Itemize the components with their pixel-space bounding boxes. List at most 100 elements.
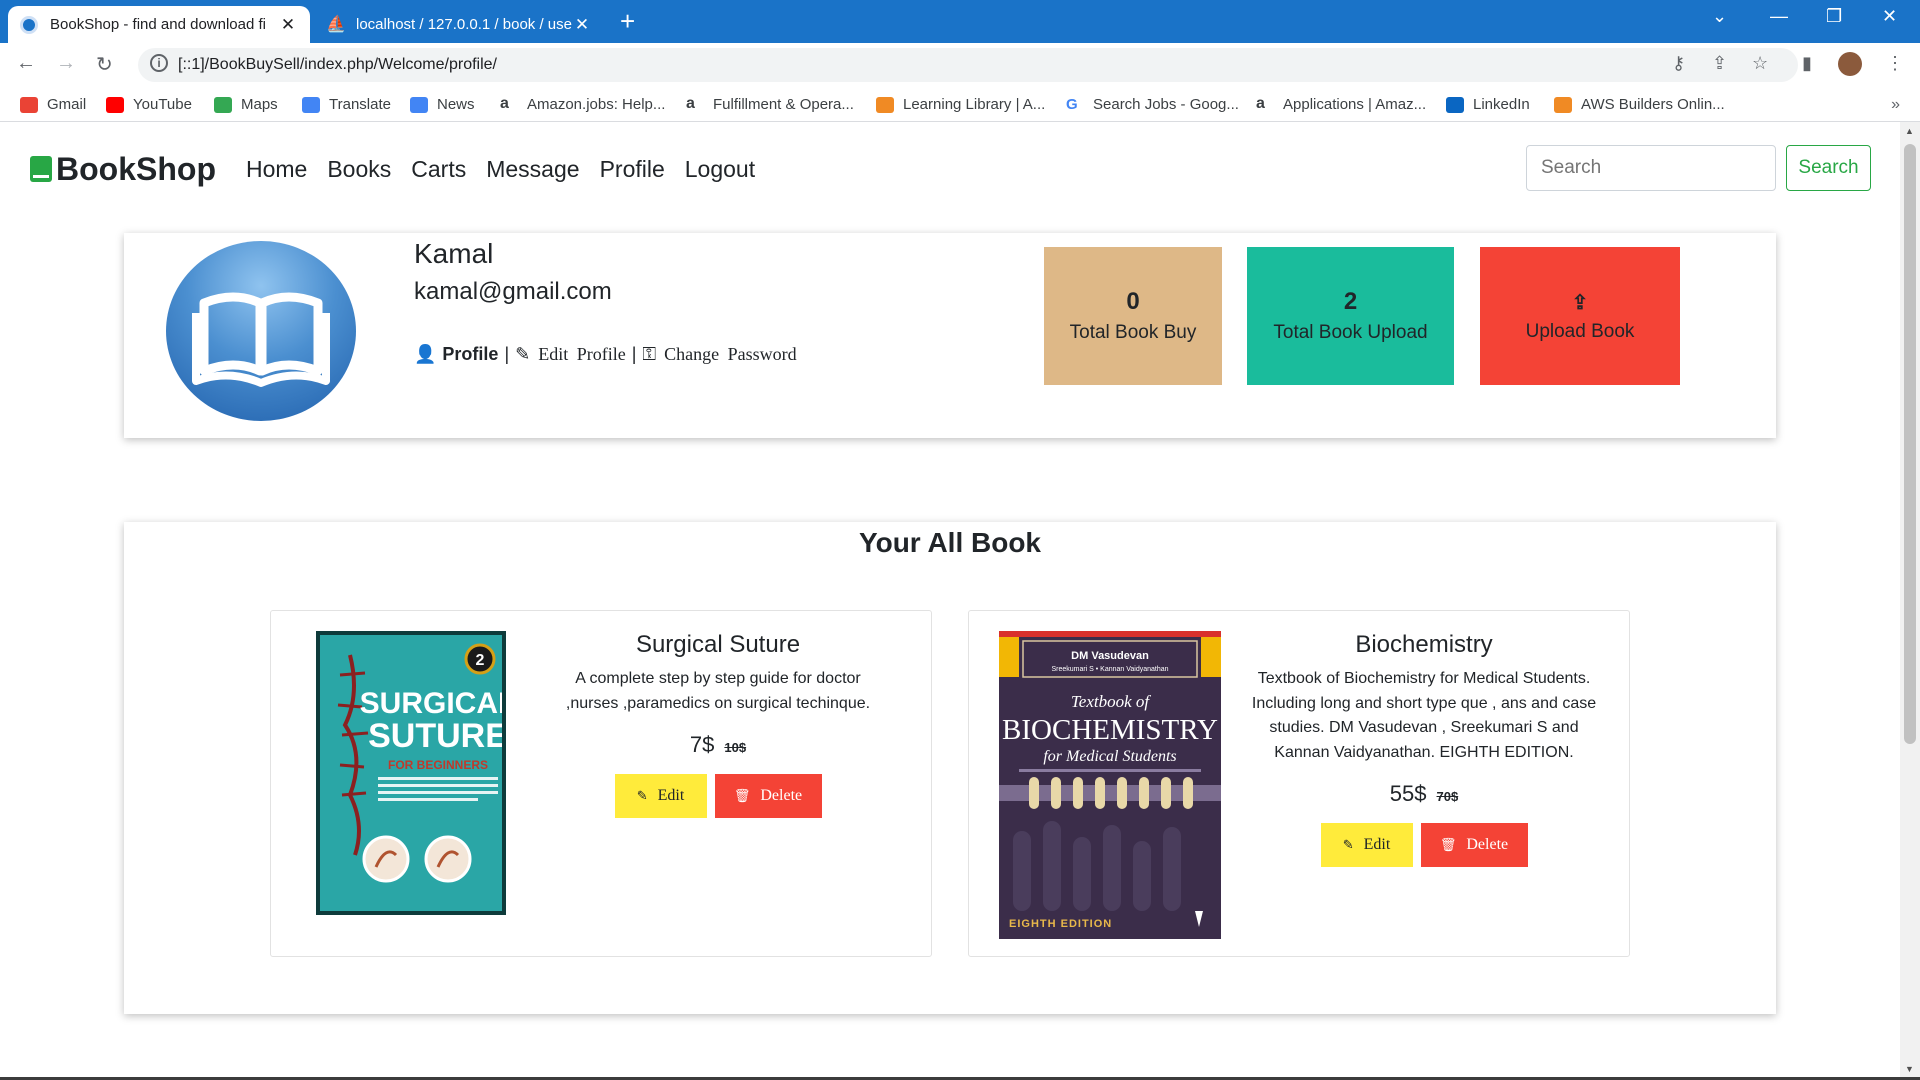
translate-icon bbox=[302, 96, 320, 113]
amazon-icon: a bbox=[686, 94, 695, 112]
edit-icon: ✎ bbox=[515, 344, 531, 364]
close-tab-icon[interactable]: ✕ bbox=[572, 15, 592, 35]
bookmark-applications[interactable]: a Applications | Amaz... bbox=[1256, 94, 1426, 113]
bookmark-maps[interactable]: Maps bbox=[214, 96, 278, 113]
bookmarks-bar: Gmail YouTube Maps Translate News a Amazo… bbox=[0, 90, 1920, 122]
side-panel-icon[interactable]: ▮ bbox=[1802, 53, 1812, 74]
new-tab-button[interactable]: + bbox=[620, 6, 635, 36]
bookmark-aws-builders[interactable]: AWS Builders Onlin... bbox=[1554, 96, 1725, 113]
scroll-down-arrow-icon[interactable]: ▼ bbox=[1905, 1064, 1914, 1074]
aws-icon bbox=[876, 96, 894, 113]
cover-pre-title: Textbook of bbox=[1071, 692, 1152, 711]
key-icon[interactable]: ⚷ bbox=[1672, 53, 1685, 74]
book-description: A complete step by step guide for doctor… bbox=[565, 670, 871, 712]
book-info: Biochemistry Textbook of Biochemistry fo… bbox=[1244, 631, 1604, 867]
change-password-link[interactable]: Change Password bbox=[664, 344, 797, 365]
browser-tab-phpmyadmin[interactable]: ⛵ localhost / 127.0.0.1 / book / user ✕ bbox=[314, 6, 604, 43]
bookmark-translate[interactable]: Translate bbox=[302, 96, 391, 113]
address-bar[interactable]: i [::1]/BookBuySell/index.php/Welcome/pr… bbox=[138, 48, 1798, 82]
book-price-row: 55$ 70$ bbox=[1244, 781, 1604, 807]
tab-search-chevron-icon[interactable]: ⌄ bbox=[1712, 6, 1727, 27]
bookmark-search-jobs[interactable]: G Search Jobs - Goog... bbox=[1066, 96, 1239, 113]
book-description: Textbook of Biochemistry for Medical Stu… bbox=[1251, 670, 1597, 761]
bookmark-youtube[interactable]: YouTube bbox=[106, 96, 192, 113]
nav-profile[interactable]: Profile bbox=[600, 156, 665, 183]
google-icon: G bbox=[1066, 95, 1078, 113]
nav-books[interactable]: Books bbox=[327, 156, 391, 183]
total-book-buy-box: 0 Total Book Buy bbox=[1044, 247, 1222, 385]
site-navbar: BookShop Home Books Carts Message Profil… bbox=[30, 144, 775, 194]
bookmark-gmail[interactable]: Gmail bbox=[20, 96, 86, 113]
cover-title-line2: SUTURE bbox=[368, 717, 502, 755]
delete-book-button[interactable]: 🗑 Delete bbox=[714, 774, 822, 818]
close-tab-icon[interactable]: ✕ bbox=[278, 15, 298, 35]
star-bookmark-icon[interactable]: ☆ bbox=[1752, 53, 1768, 74]
menu-dots-icon[interactable]: ⋮ bbox=[1886, 53, 1904, 74]
minimize-icon[interactable]: — bbox=[1770, 6, 1788, 27]
book-cover-image[interactable]: DM Vasudevan Sreekumari S • Kannan Vaidy… bbox=[999, 631, 1221, 939]
nav-home[interactable]: Home bbox=[246, 156, 307, 183]
profile-avatar-icon[interactable] bbox=[1838, 52, 1862, 76]
brand-name: BookShop bbox=[56, 150, 216, 187]
upload-book-button[interactable]: ⇪ Upload Book bbox=[1480, 247, 1680, 385]
restore-icon[interactable]: ❐ bbox=[1826, 6, 1842, 27]
cover-edition-badge: 2 bbox=[476, 652, 485, 669]
user-icon: 👤 bbox=[414, 344, 437, 364]
upload-icon: ⇪ bbox=[1571, 291, 1589, 314]
biochemistry-cover: DM Vasudevan Sreekumari S • Kannan Vaidy… bbox=[999, 631, 1221, 939]
edit-book-button[interactable]: ✎ Edit bbox=[614, 774, 707, 818]
close-window-icon[interactable]: ✕ bbox=[1882, 6, 1897, 27]
edit-icon: ✎ bbox=[636, 788, 648, 803]
profile-link[interactable]: Profile bbox=[442, 344, 498, 365]
bookmark-fulfillment[interactable]: a Fulfillment & Opera... bbox=[686, 94, 854, 113]
tab-title: BookShop - find and download fi bbox=[50, 16, 266, 33]
delete-book-button[interactable]: 🗑 Delete bbox=[1420, 823, 1528, 867]
edit-profile-link[interactable]: Edit Profile bbox=[538, 344, 626, 365]
news-icon bbox=[410, 96, 428, 113]
search-button[interactable]: Search bbox=[1786, 145, 1871, 191]
bookmark-linkedin[interactable]: LinkedIn bbox=[1446, 96, 1530, 113]
browser-tab-bookshop[interactable]: BookShop - find and download fi ✕ bbox=[8, 6, 310, 43]
more-bookmarks-icon[interactable]: » bbox=[1891, 96, 1900, 114]
scroll-up-arrow-icon[interactable]: ▲ bbox=[1905, 126, 1914, 136]
book-price: 55$ bbox=[1389, 781, 1427, 806]
nav-carts[interactable]: Carts bbox=[411, 156, 466, 183]
bookmark-learning-library[interactable]: Learning Library | A... bbox=[876, 96, 1045, 113]
cover-title-line1: SURGICAL bbox=[360, 687, 502, 720]
surgical-suture-cover: 2 SURGICAL SUTURE FOR BEGINNERS bbox=[320, 635, 502, 911]
tab-title: localhost / 127.0.0.1 / book / user bbox=[356, 16, 572, 33]
search-input[interactable] bbox=[1526, 145, 1776, 191]
share-icon[interactable]: ⇪ bbox=[1712, 53, 1727, 74]
address-url[interactable]: [::1]/BookBuySell/index.php/Welcome/prof… bbox=[178, 56, 497, 74]
total-buy-label: Total Book Buy bbox=[1069, 322, 1197, 343]
book-actions: ✎ Edit 🗑 Delete bbox=[553, 774, 883, 818]
site-info-icon[interactable]: i bbox=[150, 54, 168, 72]
page-scrollbar[interactable]: ▲ ▼ bbox=[1900, 122, 1920, 1080]
linkedin-icon bbox=[1446, 96, 1464, 113]
phpmyadmin-favicon-icon: ⛵ bbox=[326, 15, 346, 33]
trash-icon: 🗑 bbox=[1439, 837, 1457, 852]
reload-icon[interactable]: ↻ bbox=[96, 52, 113, 77]
bookmark-news[interactable]: News bbox=[410, 96, 475, 113]
trash-icon: 🗑 bbox=[733, 788, 751, 803]
bookmark-amazon-jobs[interactable]: a Amazon.jobs: Help... bbox=[500, 95, 665, 113]
total-book-upload-box: 2 Total Book Upload bbox=[1247, 247, 1454, 385]
book-icon bbox=[30, 156, 52, 182]
edit-book-button[interactable]: ✎ Edit bbox=[1320, 823, 1413, 867]
book-cover-image[interactable]: 2 SURGICAL SUTURE FOR BEGINNERS bbox=[316, 631, 506, 915]
profile-email: kamal@gmail.com bbox=[414, 278, 612, 305]
amazon-icon: a bbox=[1256, 94, 1265, 112]
cover-subtitle: FOR BEGINNERS bbox=[388, 758, 488, 772]
forward-arrow-icon[interactable]: → bbox=[56, 52, 76, 75]
nav-logout[interactable]: Logout bbox=[685, 156, 755, 183]
book-actions: ✎ Edit 🗑 Delete bbox=[1244, 823, 1604, 867]
browser-tab-bar: BookShop - find and download fi ✕ ⛵ loca… bbox=[0, 0, 1920, 43]
scrollbar-thumb[interactable] bbox=[1904, 144, 1916, 744]
section-title: Your All Book bbox=[859, 527, 1041, 558]
book-old-price: 70$ bbox=[1436, 789, 1459, 804]
cover-coauthors: Sreekumari S • Kannan Vaidyanathan bbox=[1051, 666, 1168, 673]
nav-message[interactable]: Message bbox=[486, 156, 579, 183]
cover-subtitle: for Medical Students bbox=[1043, 748, 1176, 765]
brand-logo[interactable]: BookShop bbox=[30, 151, 216, 188]
back-arrow-icon[interactable]: ← bbox=[16, 52, 36, 75]
